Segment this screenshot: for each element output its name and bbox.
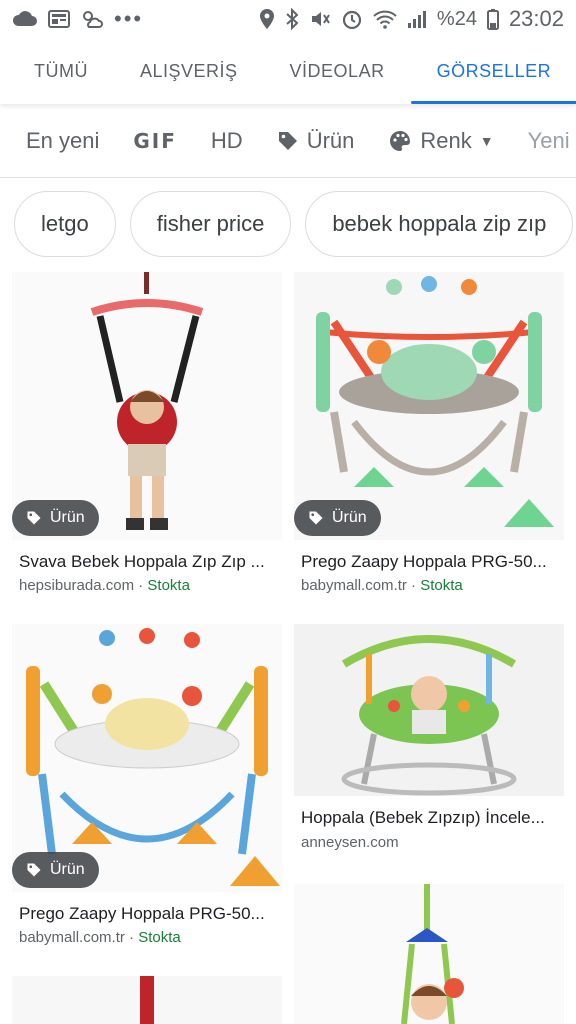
status-right: %24 23:02 bbox=[259, 6, 564, 32]
tag-icon bbox=[27, 863, 41, 877]
chip-fisher-price[interactable]: fisher price bbox=[129, 191, 292, 257]
result-source: anneysen.com bbox=[301, 834, 399, 851]
tab-videos[interactable]: VİDEOLAR bbox=[290, 38, 385, 104]
tab-shopping[interactable]: ALIŞVERİŞ bbox=[140, 38, 238, 104]
result-card[interactable] bbox=[294, 884, 564, 1024]
battery-icon bbox=[486, 9, 499, 30]
stock-status: Stokta bbox=[147, 577, 190, 594]
result-domain: anneysen.com bbox=[301, 834, 399, 851]
news-icon bbox=[48, 10, 70, 28]
result-title[interactable]: Svava Bebek Hoppala Zıp Zıp ... bbox=[19, 552, 279, 572]
product-badge-label: Ürün bbox=[332, 509, 367, 526]
result-card[interactable]: Ürün Prego Zaapy Hoppala PRG-50... babym… bbox=[12, 624, 282, 964]
filter-new[interactable]: Yeni bbox=[528, 128, 570, 154]
more-notifications-icon: ••• bbox=[114, 6, 144, 31]
bluetooth-icon bbox=[286, 8, 299, 30]
clock: 23:02 bbox=[508, 6, 564, 31]
result-domain: hepsiburada.com bbox=[19, 577, 135, 594]
filter-color[interactable]: Renk ▼ bbox=[388, 127, 494, 154]
cloud-icon bbox=[12, 11, 37, 26]
status-bar: ••• %24 23:02 bbox=[0, 0, 576, 38]
image-results-grid: Ürün Svava Bebek Hoppala Zıp Zıp ... hep… bbox=[0, 272, 576, 1024]
filter-gif-label: GIF bbox=[133, 128, 177, 153]
signal-icon bbox=[407, 11, 426, 28]
filter-newest[interactable]: En yeni bbox=[26, 128, 99, 154]
tag-icon bbox=[27, 511, 41, 525]
stock-status: Stokta bbox=[420, 577, 463, 594]
filter-gif[interactable]: GIF bbox=[133, 129, 177, 153]
product-badge-label: Ürün bbox=[50, 861, 85, 878]
result-image[interactable] bbox=[294, 624, 564, 796]
result-source: hepsiburada.com · Stokta bbox=[19, 577, 190, 594]
product-badge-label: Ürün bbox=[50, 509, 85, 526]
result-image[interactable] bbox=[294, 884, 564, 1024]
tag-icon bbox=[278, 131, 297, 150]
filter-hd-label: HD bbox=[210, 127, 243, 153]
alarm-icon bbox=[342, 10, 362, 30]
mute-icon bbox=[311, 12, 330, 26]
product-badge: Ürün bbox=[12, 500, 99, 536]
stock-status: Stokta bbox=[138, 929, 181, 946]
jumper-image-partial bbox=[140, 976, 154, 1024]
result-card[interactable] bbox=[12, 976, 282, 1024]
result-source: babymall.com.tr · Stokta bbox=[301, 577, 463, 594]
chip-bebek-hoppala[interactable]: bebek hoppala zip zıp bbox=[305, 191, 574, 257]
chevron-down-icon: ▼ bbox=[479, 132, 494, 149]
result-image[interactable] bbox=[12, 976, 282, 1024]
result-card[interactable]: Ürün Prego Zaapy Hoppala PRG-50... babym… bbox=[294, 272, 564, 612]
status-left: ••• bbox=[12, 6, 143, 32]
jumper-image-partial bbox=[401, 884, 464, 1024]
tag-icon bbox=[309, 511, 323, 525]
filter-product-label: Ürün bbox=[306, 127, 355, 153]
tab-images[interactable]: GÖRSELLER bbox=[410, 38, 576, 104]
result-title[interactable]: Hoppala (Bebek Zıpzıp) İncele... bbox=[301, 808, 561, 828]
suggestion-chips: letgo fisher price bebek hoppala zip zıp bbox=[0, 178, 576, 270]
filter-newest-label: En yeni bbox=[26, 127, 100, 153]
search-tabs: TÜMÜ ALIŞVERİŞ VİDEOLAR GÖRSELLER bbox=[0, 38, 576, 104]
result-card[interactable]: Ürün Svava Bebek Hoppala Zıp Zıp ... hep… bbox=[12, 272, 282, 612]
result-domain: babymall.com.tr bbox=[19, 929, 125, 946]
filter-product[interactable]: Ürün bbox=[277, 127, 355, 154]
product-badge: Ürün bbox=[12, 852, 99, 888]
filter-hd[interactable]: HD bbox=[211, 128, 243, 154]
result-title[interactable]: Prego Zaapy Hoppala PRG-50... bbox=[301, 552, 561, 572]
filter-new-label: Yeni bbox=[527, 127, 570, 153]
result-card[interactable]: Hoppala (Bebek Zıpzıp) İncele... anneyse… bbox=[294, 624, 564, 874]
result-title[interactable]: Prego Zaapy Hoppala PRG-50... bbox=[19, 904, 279, 924]
chip-letgo[interactable]: letgo bbox=[14, 191, 116, 257]
palette-icon bbox=[390, 130, 411, 151]
product-badge: Ürün bbox=[294, 500, 381, 536]
result-source: babymall.com.tr · Stokta bbox=[19, 929, 181, 946]
weather-icon bbox=[83, 11, 103, 28]
wifi-icon bbox=[373, 10, 397, 29]
filter-color-label: Renk bbox=[420, 127, 472, 153]
battery-percent: %24 bbox=[436, 7, 477, 30]
location-icon bbox=[259, 9, 274, 29]
tab-all[interactable]: TÜMÜ bbox=[34, 38, 88, 104]
jumperoo-image bbox=[341, 635, 517, 796]
result-domain: babymall.com.tr bbox=[301, 577, 407, 594]
filter-bar: En yeni GIF HD Ürün Renk ▼ Yeni bbox=[0, 104, 576, 178]
